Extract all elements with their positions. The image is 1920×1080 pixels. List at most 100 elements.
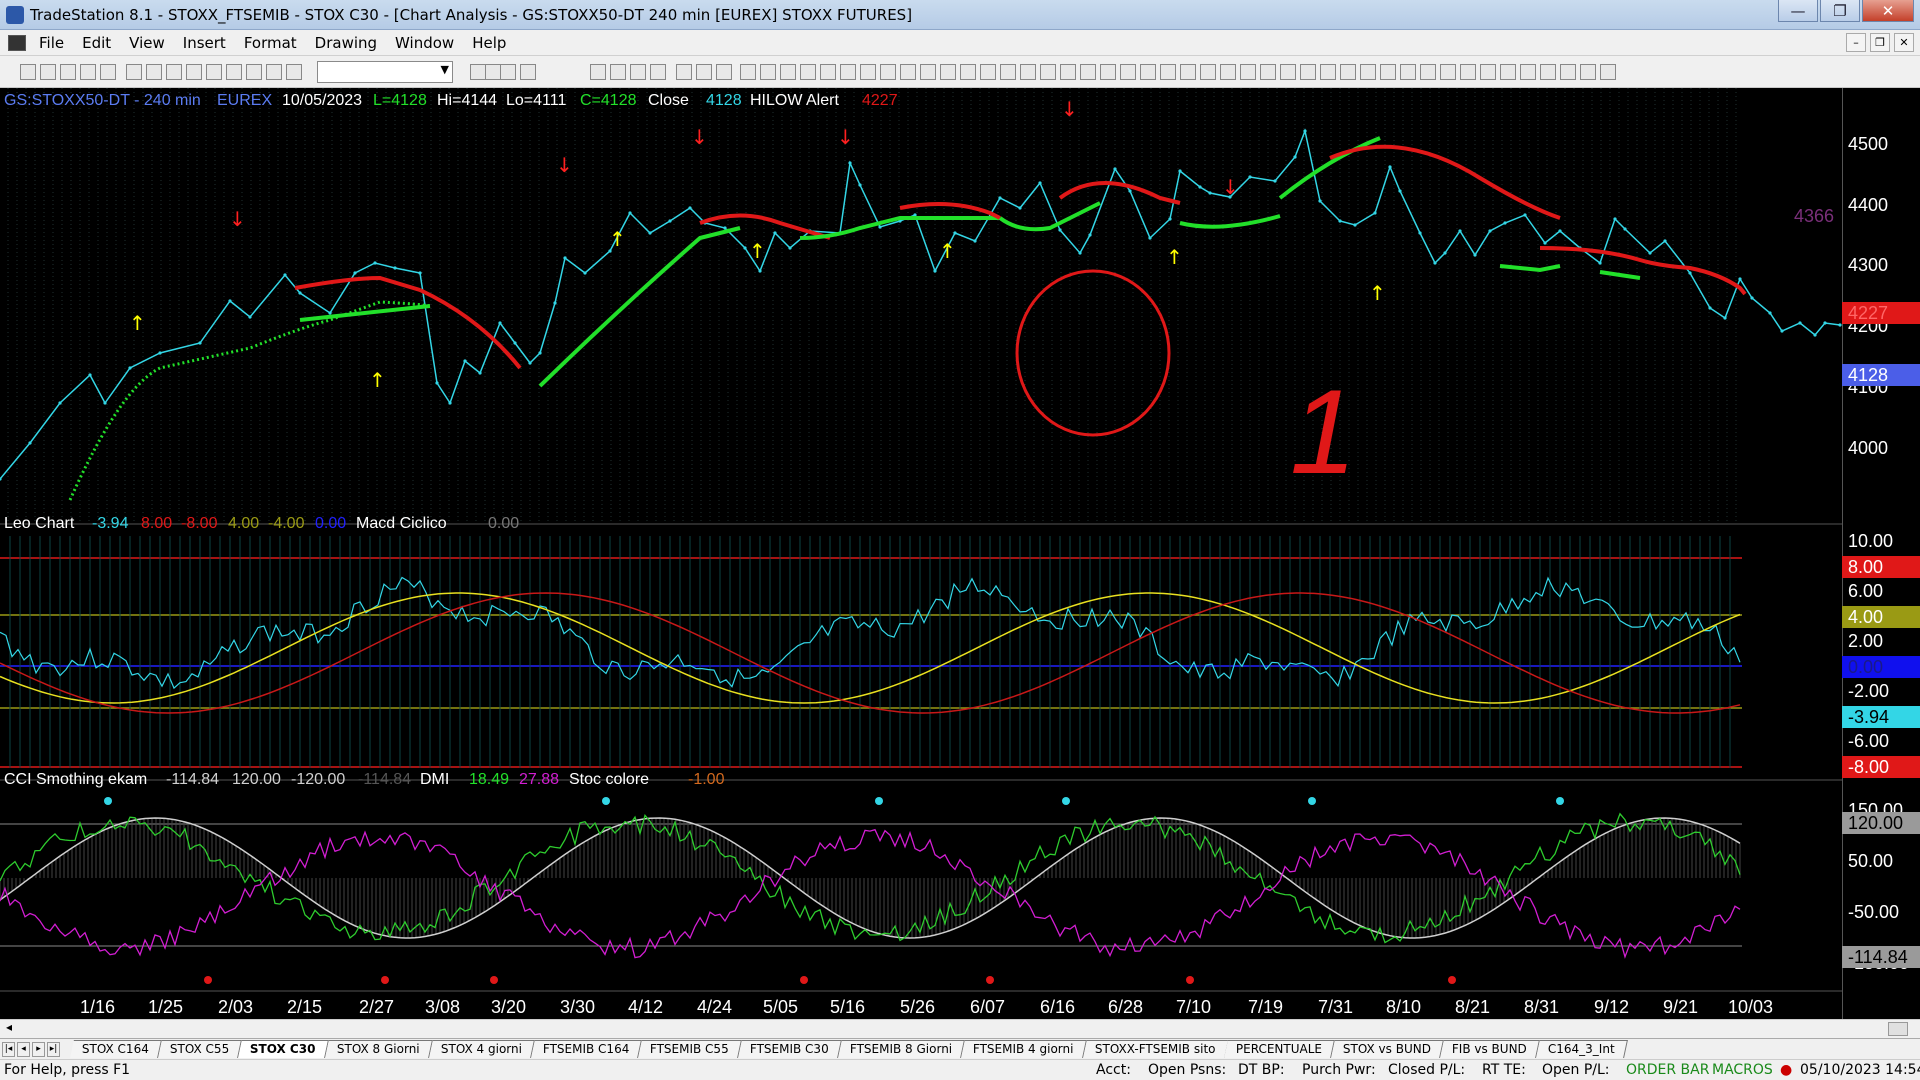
tab-ftsemib-c55[interactable]: FTSEMIB C55 xyxy=(638,1040,742,1058)
toolbar-button[interactable] xyxy=(860,64,876,80)
menu-drawing[interactable]: Drawing xyxy=(306,34,386,52)
toolbar-button[interactable] xyxy=(20,64,36,80)
toolbar-button[interactable] xyxy=(1220,64,1236,80)
menu-insert[interactable]: Insert xyxy=(174,34,235,52)
mdi-close-button[interactable]: ✕ xyxy=(1894,33,1914,52)
toolbar-button[interactable] xyxy=(780,64,796,80)
tab-stox-c30[interactable]: STOX C30 xyxy=(238,1040,329,1058)
toolbar-button[interactable] xyxy=(146,64,162,80)
minimize-button[interactable]: — xyxy=(1778,0,1818,22)
toolbar-button[interactable] xyxy=(1460,64,1476,80)
toolbar-button[interactable] xyxy=(820,64,836,80)
toolbar-button[interactable] xyxy=(500,64,516,80)
toolbar-button[interactable] xyxy=(1440,64,1456,80)
tab-stox-c55[interactable]: STOX C55 xyxy=(158,1040,243,1058)
toolbar-button[interactable] xyxy=(126,64,142,80)
toolbar-button[interactable] xyxy=(1400,64,1416,80)
macros-button[interactable]: MACROS xyxy=(1712,1062,1773,1078)
toolbar-button[interactable] xyxy=(760,64,776,80)
tab-ftsemib-c30[interactable]: FTSEMIB C30 xyxy=(737,1040,842,1058)
toolbar-button[interactable] xyxy=(166,64,182,80)
toolbar-button[interactable] xyxy=(1240,64,1256,80)
toolbar-button[interactable] xyxy=(226,64,242,80)
toolbar-button[interactable] xyxy=(1040,64,1056,80)
toolbar-button[interactable] xyxy=(40,64,56,80)
toolbar-button[interactable] xyxy=(1080,64,1096,80)
tab-next-icon[interactable]: ▸ xyxy=(32,1041,45,1057)
toolbar-button[interactable] xyxy=(900,64,916,80)
toolbar-button[interactable] xyxy=(840,64,856,80)
tab-percentuale[interactable]: PERCENTUALE xyxy=(1224,1040,1336,1058)
tab-stox-vs-bund[interactable]: STOX vs BUND xyxy=(1331,1040,1445,1058)
order-bar-button[interactable]: ORDER BAR xyxy=(1626,1062,1709,1078)
tab-c164-3-int[interactable]: C164_3_Int xyxy=(1536,1040,1628,1058)
toolbar-button[interactable] xyxy=(1100,64,1116,80)
toolbar-button[interactable] xyxy=(1180,64,1196,80)
toolbar-button[interactable] xyxy=(1560,64,1576,80)
toolbar-button[interactable] xyxy=(940,64,956,80)
tab-prev-icon[interactable]: ◂ xyxy=(17,1041,30,1057)
toolbar-button[interactable] xyxy=(1280,64,1296,80)
toolbar-button[interactable] xyxy=(1600,64,1616,80)
tab-stox-c164[interactable]: STOX C164 xyxy=(70,1040,162,1058)
tab-fib-vs-bund[interactable]: FIB vs BUND xyxy=(1440,1040,1541,1058)
tab-first-icon[interactable]: |◂ xyxy=(2,1041,15,1057)
mdi-minimize-button[interactable]: – xyxy=(1846,33,1866,52)
toolbar-button[interactable] xyxy=(1260,64,1276,80)
toolbar-button[interactable] xyxy=(100,64,116,80)
toolbar-button[interactable] xyxy=(960,64,976,80)
toolbar-button[interactable] xyxy=(920,64,936,80)
toolbar-button[interactable] xyxy=(880,64,896,80)
toolbar-button[interactable] xyxy=(1420,64,1436,80)
toolbar-button[interactable] xyxy=(1060,64,1076,80)
toolbar-button[interactable] xyxy=(610,64,626,80)
menu-file[interactable]: File xyxy=(30,34,73,52)
toolbar-button[interactable] xyxy=(1300,64,1316,80)
document-icon[interactable] xyxy=(8,34,26,51)
toolbar-button[interactable] xyxy=(1520,64,1536,80)
tab-stox-8-giorni[interactable]: STOX 8 Giorni xyxy=(324,1040,433,1058)
toolbar-button[interactable] xyxy=(1020,64,1036,80)
tab-stox-4-giorni[interactable]: STOX 4 giorni xyxy=(428,1040,535,1058)
toolbar-button[interactable] xyxy=(650,64,666,80)
toolbar-button[interactable] xyxy=(186,64,202,80)
toolbar-button[interactable] xyxy=(1320,64,1336,80)
menu-view[interactable]: View xyxy=(120,34,174,52)
toolbar-button[interactable] xyxy=(716,64,732,80)
toolbar-button[interactable] xyxy=(1500,64,1516,80)
menu-window[interactable]: Window xyxy=(386,34,463,52)
scroll-left-icon[interactable]: ◂ xyxy=(6,1020,12,1034)
toolbar-button[interactable] xyxy=(696,64,712,80)
mdi-restore-button[interactable]: ❐ xyxy=(1870,33,1890,52)
toolbar-button[interactable] xyxy=(1140,64,1156,80)
symbol-dropdown[interactable]: ▼ xyxy=(317,61,453,83)
toolbar-button[interactable] xyxy=(470,64,486,80)
toolbar-button[interactable] xyxy=(1340,64,1356,80)
toolbar-button[interactable] xyxy=(286,64,302,80)
toolbar-button[interactable] xyxy=(1160,64,1176,80)
menu-help[interactable]: Help xyxy=(463,34,515,52)
toolbar-button[interactable] xyxy=(1540,64,1556,80)
toolbar-button[interactable] xyxy=(520,64,536,80)
menu-edit[interactable]: Edit xyxy=(73,34,120,52)
toolbar-button[interactable] xyxy=(266,64,282,80)
toolbar-button[interactable] xyxy=(740,64,756,80)
toolbar-button[interactable] xyxy=(246,64,262,80)
toolbar-button[interactable] xyxy=(60,64,76,80)
toolbar-button[interactable] xyxy=(206,64,222,80)
toolbar-button[interactable] xyxy=(1580,64,1596,80)
close-button[interactable]: ✕ xyxy=(1862,0,1914,22)
toolbar-button[interactable] xyxy=(1360,64,1376,80)
toolbar-button[interactable] xyxy=(676,64,692,80)
toolbar-button[interactable] xyxy=(1480,64,1496,80)
toolbar-button[interactable] xyxy=(630,64,646,80)
tab-stoxx-ftsemib-sito[interactable]: STOXX-FTSEMIB sito xyxy=(1082,1040,1229,1058)
toolbar-button[interactable] xyxy=(800,64,816,80)
maximize-button[interactable]: ❐ xyxy=(1820,0,1860,22)
toolbar-button[interactable] xyxy=(485,64,501,80)
chart-svg[interactable]: GS:STOXX50-DT - 240 min EUREX 10/05/2023… xyxy=(0,88,1920,1019)
tab-ftsemib-4-giorni[interactable]: FTSEMIB 4 giorni xyxy=(961,1040,1087,1058)
toolbar-button[interactable] xyxy=(1000,64,1016,80)
scroll-thumb[interactable] xyxy=(1888,1022,1908,1036)
menu-format[interactable]: Format xyxy=(235,34,306,52)
